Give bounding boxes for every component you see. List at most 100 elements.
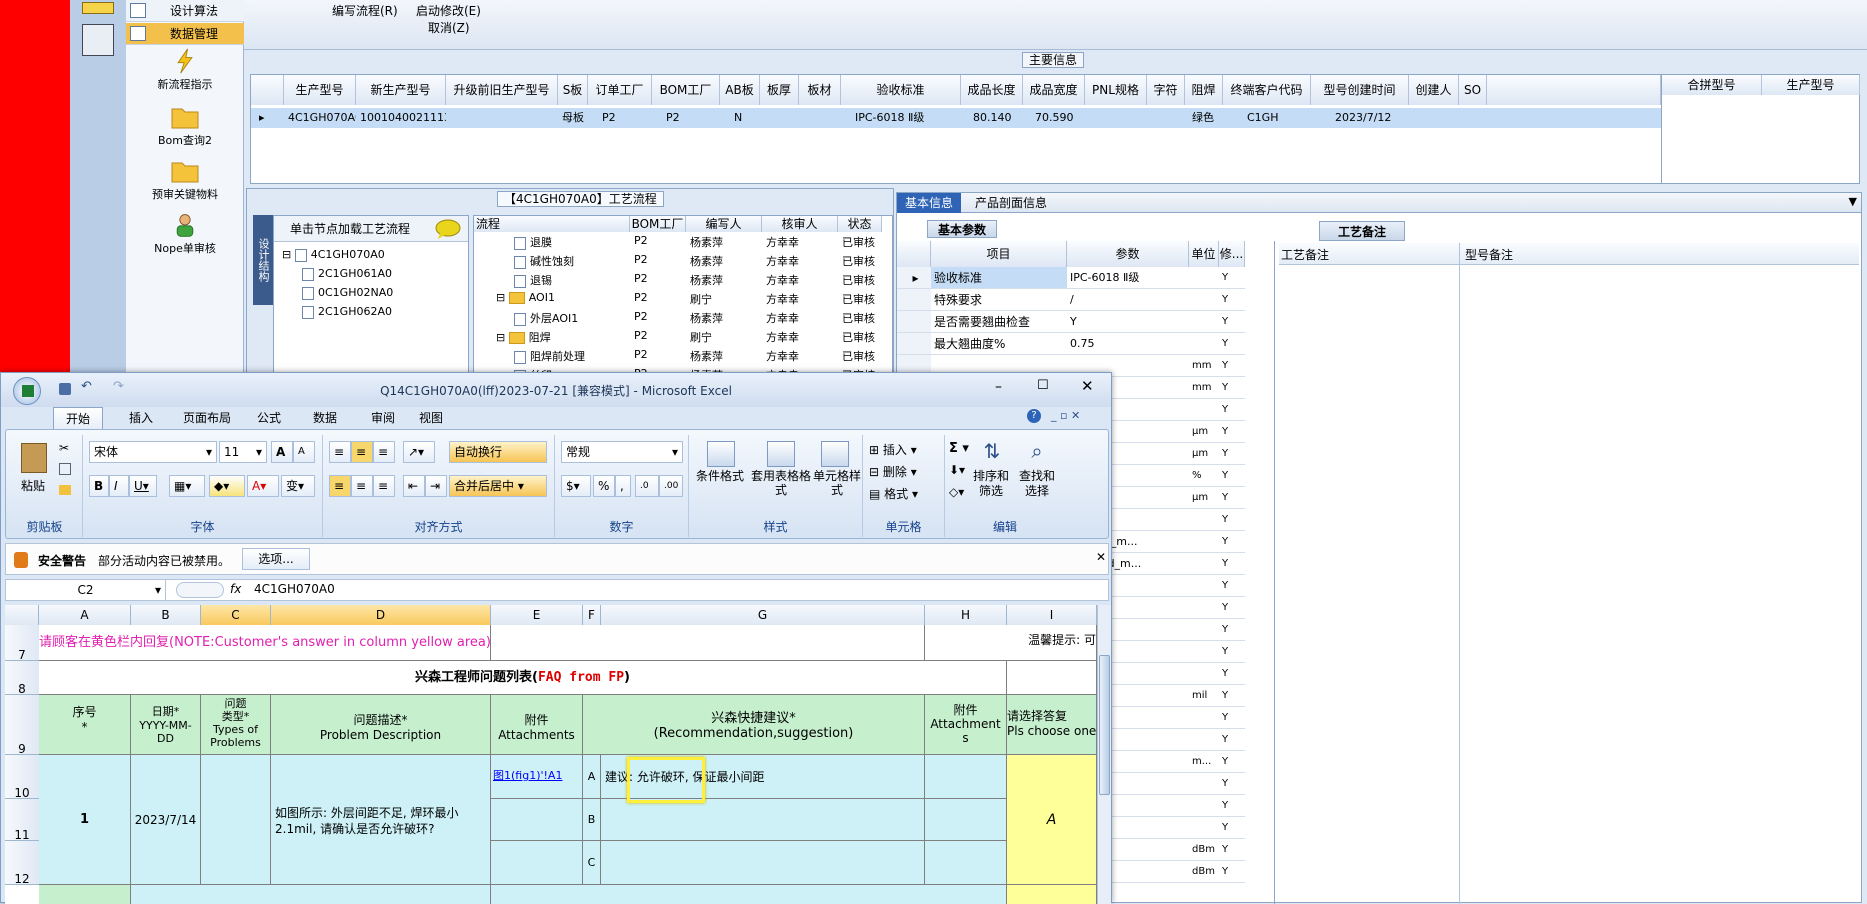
orientation-icon[interactable]: ↗▾	[403, 441, 435, 463]
copy-icon[interactable]	[59, 463, 71, 475]
seq-cell[interactable]: 1	[39, 755, 131, 885]
autosum-icon[interactable]: Σ ▾	[949, 441, 969, 456]
nav-item-design-algorithm[interactable]: 设计算法	[126, 0, 244, 22]
phonetic-icon[interactable]: 变▾	[281, 475, 315, 497]
col-header[interactable]: 生产型号	[1762, 75, 1860, 95]
header-date[interactable]: 日期* YYYY-MM-DD	[131, 695, 201, 755]
col-header[interactable]: 阻焊	[1185, 75, 1223, 105]
increase-indent-icon[interactable]: ⇥	[425, 475, 447, 497]
name-box[interactable]: C2 ▾	[6, 580, 166, 600]
currency-icon[interactable]: $▾	[561, 475, 591, 497]
col-header[interactable]: 升级前旧生产型号	[446, 75, 558, 105]
align-middle-icon[interactable]: ≡	[351, 441, 373, 463]
font-size-select[interactable]: 11 ▾	[219, 441, 267, 463]
ribbon-tab[interactable]: 数据	[301, 407, 349, 429]
tool-pre-review[interactable]: 预审关键物料	[126, 158, 244, 202]
decrease-indent-icon[interactable]: ⇤	[403, 475, 425, 497]
design-structure-tab[interactable]: 设计结构	[253, 215, 273, 305]
close-icon[interactable]: ✕	[1096, 550, 1106, 564]
wrap-text-button[interactable]: 自动换行	[449, 441, 547, 463]
subtab-basic-params[interactable]: 基本参数	[927, 220, 998, 238]
number-format-select[interactable]: 常规 ▾	[561, 441, 683, 463]
conditional-format-button[interactable]: 条件格式	[689, 469, 751, 483]
col-header[interactable]: 板材	[799, 75, 841, 105]
ribbon-tab[interactable]: 视图	[407, 407, 455, 429]
param-row[interactable]: ▸ 验收标准 IPC-6018 Ⅱ级 Y	[897, 267, 1275, 289]
clear-icon[interactable]: ◇▾	[949, 485, 964, 499]
col-header[interactable]: 创建人	[1409, 75, 1459, 105]
fx-icon[interactable]: fx	[230, 582, 241, 596]
nav-item-data-management[interactable]: 数据管理	[126, 23, 244, 45]
insert-button[interactable]: ⊞ 插入 ▾	[869, 441, 917, 458]
border-icon[interactable]: ▦▾	[169, 475, 205, 497]
conditional-format-icon[interactable]	[707, 441, 735, 467]
menu-cancel[interactable]: 取消(Z)	[428, 19, 470, 36]
param-row[interactable]: 是否需要翘曲检查 Y Y	[897, 311, 1275, 333]
col-header[interactable]: 新生产型号	[356, 75, 446, 105]
col-header[interactable]: 订单工厂	[588, 75, 652, 105]
grow-font-icon[interactable]: A	[271, 441, 293, 463]
col-header[interactable]: 终端客户代码	[1223, 75, 1311, 105]
font-name-select[interactable]: 宋体 ▾	[89, 441, 217, 463]
cell-style-icon[interactable]	[821, 441, 849, 467]
table-title[interactable]: 兴森工程师问题列表(FAQ from FP)	[39, 661, 1007, 695]
tree-node[interactable]: ⊟ 4C1GH070A0	[282, 246, 385, 264]
menu-start-modify[interactable]: 启动修改(E)	[416, 2, 481, 19]
sort-filter-icon[interactable]: ⇅	[975, 439, 1009, 463]
percent-icon[interactable]: %	[593, 475, 615, 497]
col-header[interactable]: S板	[558, 75, 588, 105]
help-icon[interactable]: ?	[1027, 409, 1041, 423]
col-header[interactable]: 成品宽度	[1023, 75, 1085, 105]
italic-button[interactable]: I	[109, 475, 129, 497]
flow-row[interactable]: 退锡 P2 杨素萍 方幸幸 已审核	[474, 270, 894, 289]
fill-color-icon[interactable]: ◆▾	[209, 475, 245, 497]
header-seq[interactable]: 序号 *	[39, 695, 131, 755]
flow-row[interactable]: ⊟ AOI1 P2 刷宁 方幸幸 已审核	[474, 289, 894, 308]
menu-write-flow[interactable]: 编写流程(R)	[332, 2, 398, 19]
col-header[interactable]: AB板	[720, 75, 760, 105]
answer-cell[interactable]: A	[1007, 755, 1097, 885]
find-icon[interactable]: ⌕	[1015, 439, 1059, 463]
flow-row[interactable]: 外层AOI1 P2 杨素萍 方幸幸 已审核	[474, 308, 894, 327]
align-top-icon[interactable]: ≡	[329, 441, 351, 463]
align-right-icon[interactable]: ≡	[373, 475, 395, 497]
header-choose[interactable]: 请选择答复 Pls choose one	[1007, 695, 1097, 755]
flow-row[interactable]: ⊟ 阻焊 P2 刷宁 方幸幸 已审核	[474, 327, 894, 346]
ribbon-minimize-icon[interactable]: _ ▫ ✕	[1051, 409, 1080, 422]
col-header[interactable]: 字符	[1147, 75, 1185, 105]
tree-node[interactable]: 2C1GH062A0	[302, 303, 392, 321]
align-center-icon[interactable]: ≡	[351, 475, 373, 497]
tool-new-flow[interactable]: 新流程指示	[126, 48, 244, 92]
fill-icon[interactable]: ⬇▾	[949, 463, 965, 477]
comma-icon[interactable]: ,	[615, 475, 631, 497]
bold-button[interactable]: B	[89, 475, 109, 497]
col-header[interactable]: SO	[1459, 75, 1487, 105]
close-button[interactable]: ✕	[1081, 377, 1094, 395]
format-button[interactable]: ▤ 格式 ▾	[869, 485, 918, 502]
header-desc[interactable]: 问题描述* Problem Description	[271, 695, 491, 755]
calendar-icon[interactable]	[82, 2, 114, 14]
paste-button[interactable]: 粘贴	[21, 477, 45, 494]
ribbon-tab[interactable]: 审阅	[359, 407, 407, 429]
tree-node[interactable]: 2C1GH061A0	[302, 265, 392, 283]
maximize-button[interactable]: ☐	[1037, 378, 1049, 393]
underline-button[interactable]: U▾	[129, 475, 157, 497]
security-options-button[interactable]: 选项...	[242, 548, 310, 570]
customer-note[interactable]: 请顾客在黄色栏内回复(NOTE:Customer's answer in col…	[39, 625, 491, 661]
cell-style-button[interactable]: 单元格样式	[811, 469, 863, 497]
ribbon-tab[interactable]: 页面布局	[171, 407, 243, 429]
tab-basic-info[interactable]: 基本信息	[897, 193, 962, 213]
param-row[interactable]: 特殊要求 / Y	[897, 289, 1275, 311]
date-cell[interactable]: 2023/7/14	[131, 755, 201, 885]
ribbon-tab[interactable]: 开始	[53, 407, 104, 429]
formula-input[interactable]: 4C1GH070A0	[254, 582, 335, 596]
attachment-link[interactable]: 图1(fig1)'!A1	[491, 755, 583, 799]
header-attach2[interactable]: 附件 Attachment s	[925, 695, 1007, 755]
table-format-button[interactable]: 套用表格格式	[751, 469, 811, 497]
header-recommendation[interactable]: 兴森快捷建议* (Recommendation,suggestion)	[583, 695, 925, 755]
scroll-thumb[interactable]	[1099, 655, 1110, 795]
tip-note[interactable]: 温馨提示: 可	[925, 625, 1097, 661]
paste-icon[interactable]	[21, 443, 47, 473]
tool-bom-query[interactable]: Bom查询2	[126, 104, 244, 148]
flow-row[interactable]: 退膜 P2 杨素萍 方幸幸 已审核	[474, 232, 894, 251]
